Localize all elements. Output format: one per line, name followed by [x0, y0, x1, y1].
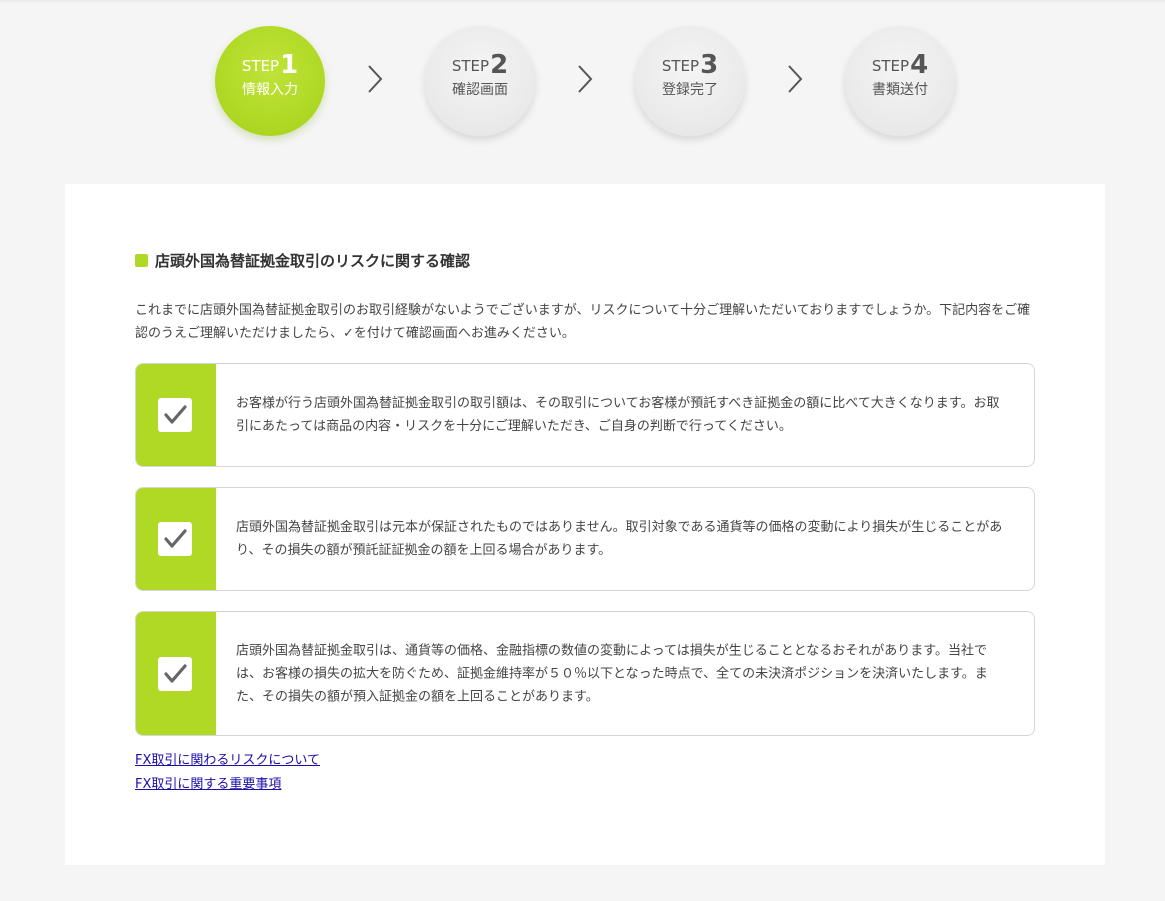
- chevron-right-icon: [788, 65, 803, 93]
- step-3-heading: STEP3: [635, 52, 745, 78]
- step-2-number: 2: [490, 50, 509, 80]
- risk-confirmation-panel: 店頭外国為替証拠金取引のリスクに関する確認 これまでに店頭外国為替証拠金取引のお…: [65, 184, 1105, 865]
- intro-text: これまでに店頭外国為替証拠金取引のお取引経験がないようでございますが、リスクにつ…: [135, 303, 1031, 341]
- step-1-heading: STEP1: [215, 52, 325, 78]
- step-2: STEP2 確認画面: [425, 26, 535, 136]
- link-fx-important-matters[interactable]: FX取引に関する重要事項: [135, 773, 320, 797]
- confirmation-text-3: 店頭外国為替証拠金取引は、通貨等の価格、金融指標の数値の変動によっては損失が生じ…: [236, 643, 988, 704]
- step-3-label: 登録完了: [662, 82, 718, 98]
- related-links: FX取引に関わるリスクについて FX取引に関する重要事項: [135, 749, 320, 797]
- section-title-text: 店頭外国為替証拠金取引のリスクに関する確認: [155, 252, 471, 270]
- check-icon: [164, 405, 187, 424]
- step-3: STEP3 登録完了: [635, 26, 745, 136]
- confirmation-check-area[interactable]: [136, 488, 216, 590]
- step-1-number: 1: [280, 50, 299, 80]
- check-icon: [164, 529, 187, 548]
- step-2-heading: STEP2: [425, 52, 535, 78]
- link-fx-risk[interactable]: FX取引に関わるリスクについて: [135, 749, 320, 773]
- confirmation-checkbox-3[interactable]: [158, 656, 192, 691]
- confirmation-text-1: お客様が行う店頭外国為替証拠金取引の取引額は、その取引についてお客様が預託すべき…: [236, 396, 1000, 434]
- step-indicator: STEP1 情報入力 STEP2 確認画面 STEP3 登録完了 STEP4 書…: [0, 0, 1165, 170]
- confirmation-item-3: 店頭外国為替証拠金取引は、通貨等の価格、金融指標の数値の変動によっては損失が生じ…: [135, 611, 1035, 736]
- chevron-right-icon: [368, 65, 383, 93]
- check-icon: [164, 663, 187, 683]
- step-4-heading: STEP4: [845, 52, 955, 78]
- section-title: 店頭外国為替証拠金取引のリスクに関する確認: [135, 250, 470, 272]
- confirmation-checkbox-2[interactable]: [158, 522, 192, 556]
- chevron-right-icon: [578, 65, 593, 93]
- step-1-label: 情報入力: [242, 82, 298, 98]
- step-1-prefix: STEP: [241, 57, 280, 75]
- confirmation-checkbox-1[interactable]: [158, 398, 192, 432]
- step-1: STEP1 情報入力: [215, 26, 325, 136]
- step-4-label: 書類送付: [872, 82, 928, 98]
- step-4-number: 4: [910, 50, 929, 80]
- confirmation-item-1: お客様が行う店頭外国為替証拠金取引の取引額は、その取引についてお客様が預託すべき…: [135, 363, 1035, 467]
- step-2-label: 確認画面: [452, 82, 508, 98]
- step-2-prefix: STEP: [451, 57, 490, 75]
- step-4-prefix: STEP: [871, 57, 910, 75]
- confirmation-text-2: 店頭外国為替証拠金取引は元本が保証されたものではありません。取引対象である通貨等…: [236, 520, 1003, 558]
- step-3-number: 3: [700, 50, 719, 80]
- confirmation-check-area[interactable]: [136, 364, 216, 466]
- step-3-prefix: STEP: [661, 57, 700, 75]
- confirmation-item-2: 店頭外国為替証拠金取引は元本が保証されたものではありません。取引対象である通貨等…: [135, 487, 1035, 591]
- square-bullet-icon: [135, 254, 148, 267]
- step-4: STEP4 書類送付: [845, 26, 955, 136]
- confirmation-check-area[interactable]: [136, 612, 216, 735]
